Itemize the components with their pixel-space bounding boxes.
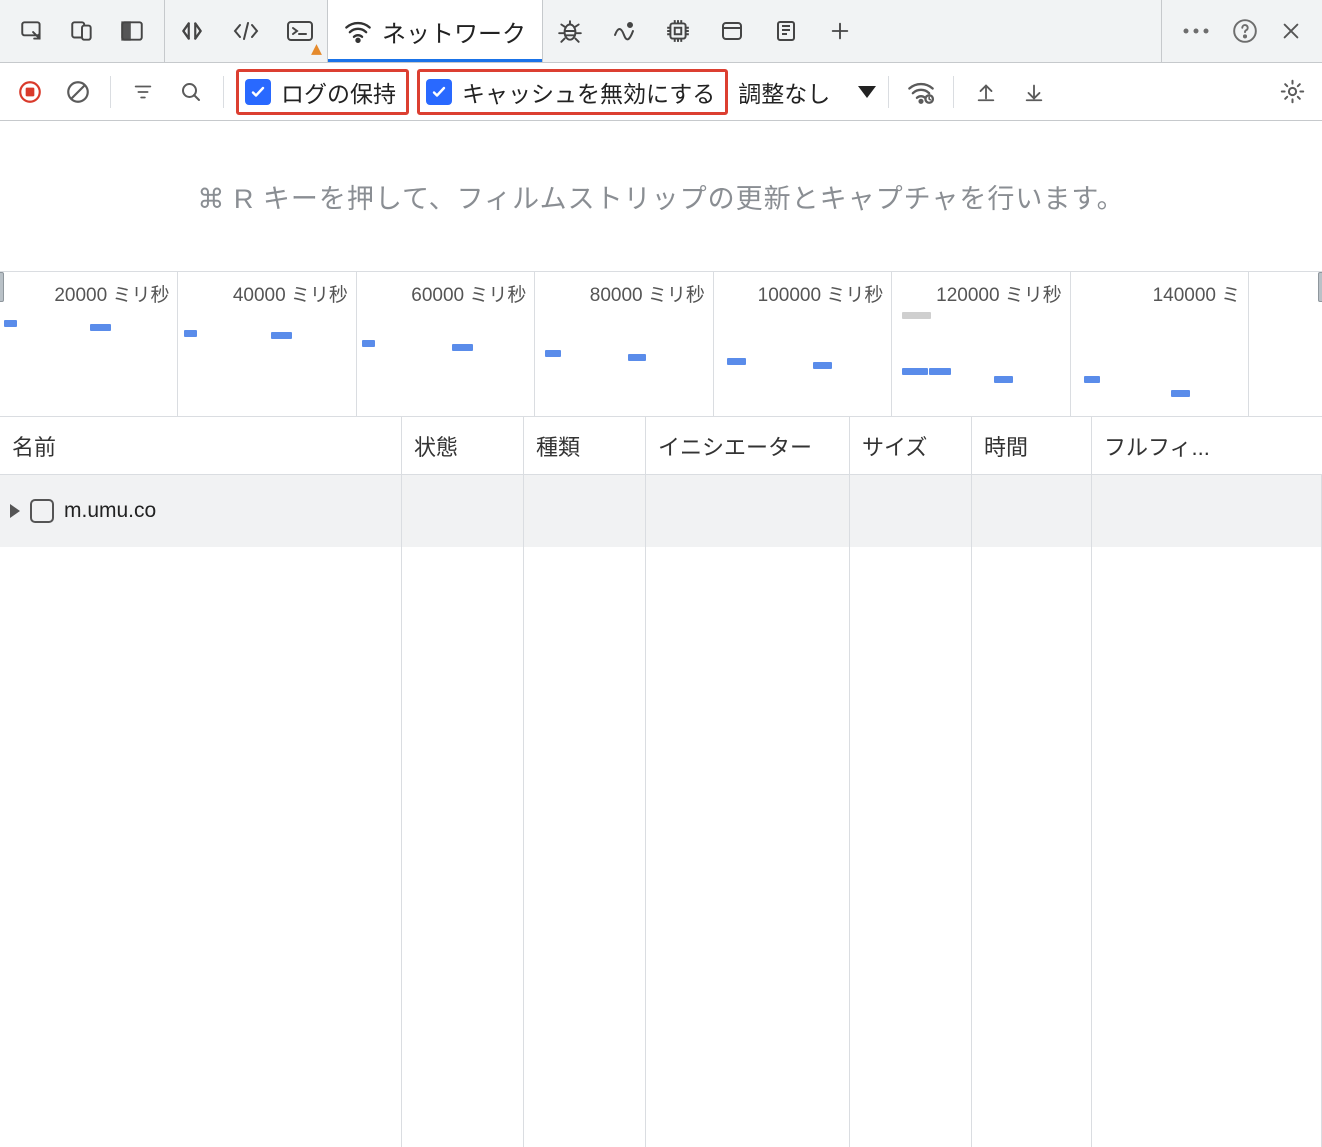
tab-network-active[interactable]: ネットワーク bbox=[327, 0, 543, 62]
throttling-select[interactable]: 調整なし bbox=[738, 75, 876, 109]
network-toolbar: ログの保持 キャッシュを無効にする 調整なし bbox=[0, 63, 1322, 121]
col-fulfilled[interactable]: フルフィ... bbox=[1092, 417, 1322, 474]
import-har-button[interactable] bbox=[966, 72, 1006, 112]
search-button[interactable] bbox=[171, 72, 211, 112]
disable-cache-label: キャッシュを無効にする bbox=[462, 75, 715, 109]
inspect-icon[interactable] bbox=[10, 18, 54, 44]
active-tab-underline bbox=[328, 59, 542, 62]
overview-tick-label: 80000 ミリ秒 bbox=[590, 280, 705, 307]
table-row[interactable]: m.umu.co bbox=[0, 475, 1322, 547]
checkbox-checked-icon bbox=[245, 79, 271, 105]
checkbox-checked-icon bbox=[426, 79, 452, 105]
record-button[interactable] bbox=[10, 72, 50, 112]
overview-bar bbox=[628, 354, 647, 361]
tab-network-label: ネットワーク bbox=[382, 14, 526, 49]
overview-column: 120000 ミリ秒 bbox=[892, 272, 1070, 416]
overview-bar bbox=[271, 332, 292, 339]
overview-bar bbox=[184, 330, 197, 337]
disable-cache-checkbox[interactable]: キャッシュを無効にする bbox=[417, 69, 728, 115]
overview-bar bbox=[90, 324, 111, 331]
overview-bar bbox=[929, 368, 950, 375]
export-har-button[interactable] bbox=[1014, 72, 1054, 112]
col-size[interactable]: サイズ bbox=[850, 417, 972, 474]
overview-tick-label: 20000 ミリ秒 bbox=[54, 280, 169, 307]
overview-bar bbox=[1084, 376, 1100, 383]
tab-application[interactable] bbox=[705, 0, 759, 62]
tab-elements[interactable] bbox=[165, 0, 219, 62]
docking-controls bbox=[0, 0, 165, 62]
wifi-icon bbox=[344, 19, 372, 43]
overview-bar bbox=[727, 358, 746, 365]
overview-bar bbox=[994, 376, 1013, 383]
overview-column: 20000 ミリ秒 bbox=[0, 272, 178, 416]
tab-security[interactable] bbox=[759, 0, 813, 62]
tabs: ネットワーク bbox=[165, 0, 1161, 62]
overview-bar bbox=[813, 362, 832, 369]
overview-column: 40000 ミリ秒 bbox=[178, 272, 356, 416]
throttling-value: 調整なし bbox=[738, 75, 830, 109]
overview-bar bbox=[1171, 390, 1190, 397]
tab-memory[interactable] bbox=[651, 0, 705, 62]
document-icon bbox=[30, 499, 54, 523]
overview-bar bbox=[362, 340, 375, 347]
requests-table: 名前 状態 種類 イニシエーター サイズ 時間 フルフィ... m.umu.co bbox=[0, 417, 1322, 1147]
overview-column: 140000 ミ bbox=[1071, 272, 1249, 416]
devtools-tabstrip: ネットワーク bbox=[0, 0, 1322, 63]
overview-column: 100000 ミリ秒 bbox=[714, 272, 892, 416]
col-type[interactable]: 種類 bbox=[524, 417, 646, 474]
clear-button[interactable] bbox=[58, 72, 98, 112]
filmstrip-hint: ⌘ R キーを押して、フィルムストリップの更新とキャプチャを行います。 bbox=[0, 121, 1322, 271]
settings-button[interactable] bbox=[1272, 72, 1312, 112]
request-name: m.umu.co bbox=[64, 499, 156, 523]
overview-column: 80000 ミリ秒 bbox=[535, 272, 713, 416]
overview-timeline[interactable]: 20000 ミリ秒 40000 ミリ秒 60000 ミリ秒 80000 ミリ秒 1000… bbox=[0, 271, 1322, 417]
overview-tick-label: 40000 ミリ秒 bbox=[233, 280, 348, 307]
tab-sources[interactable] bbox=[219, 0, 273, 62]
network-conditions-button[interactable] bbox=[901, 72, 941, 112]
dock-side-icon[interactable] bbox=[110, 18, 154, 44]
table-empty-area bbox=[0, 547, 1322, 1147]
preserve-log-checkbox[interactable]: ログの保持 bbox=[236, 69, 409, 115]
preserve-log-label: ログの保持 bbox=[281, 75, 396, 109]
col-initiator[interactable]: イニシエーター bbox=[646, 417, 850, 474]
overview-bar bbox=[902, 312, 931, 319]
col-time[interactable]: 時間 bbox=[972, 417, 1092, 474]
overview-handle-right[interactable] bbox=[1318, 272, 1322, 302]
overview-bar bbox=[452, 344, 473, 351]
overview-tick-label: 140000 ミ bbox=[1153, 280, 1241, 307]
overview-bar bbox=[545, 350, 561, 357]
tab-debugger[interactable] bbox=[543, 0, 597, 62]
filter-button[interactable] bbox=[123, 72, 163, 112]
add-tab-button[interactable] bbox=[813, 0, 867, 62]
tabstrip-right-controls bbox=[1161, 0, 1322, 62]
tab-console[interactable] bbox=[273, 0, 327, 62]
overview-bar bbox=[4, 320, 17, 327]
device-toggle-icon[interactable] bbox=[60, 18, 104, 44]
chevron-down-icon bbox=[858, 86, 876, 98]
table-header: 名前 状態 種類 イニシエーター サイズ 時間 フルフィ... bbox=[0, 417, 1322, 475]
more-icon[interactable] bbox=[1182, 27, 1210, 35]
overview-tick-label: 120000 ミリ秒 bbox=[936, 280, 1062, 307]
expand-icon[interactable] bbox=[10, 504, 20, 518]
overview-tick-label: 100000 ミリ秒 bbox=[758, 280, 884, 307]
close-devtools-icon[interactable] bbox=[1280, 20, 1302, 42]
overview-column: 60000 ミリ秒 bbox=[357, 272, 535, 416]
col-status[interactable]: 状態 bbox=[402, 417, 524, 474]
help-icon[interactable] bbox=[1232, 18, 1258, 44]
overview-tick-label: 60000 ミリ秒 bbox=[411, 280, 526, 307]
overview-bar bbox=[902, 368, 928, 375]
tab-performance[interactable] bbox=[597, 0, 651, 62]
col-name[interactable]: 名前 bbox=[0, 417, 402, 474]
